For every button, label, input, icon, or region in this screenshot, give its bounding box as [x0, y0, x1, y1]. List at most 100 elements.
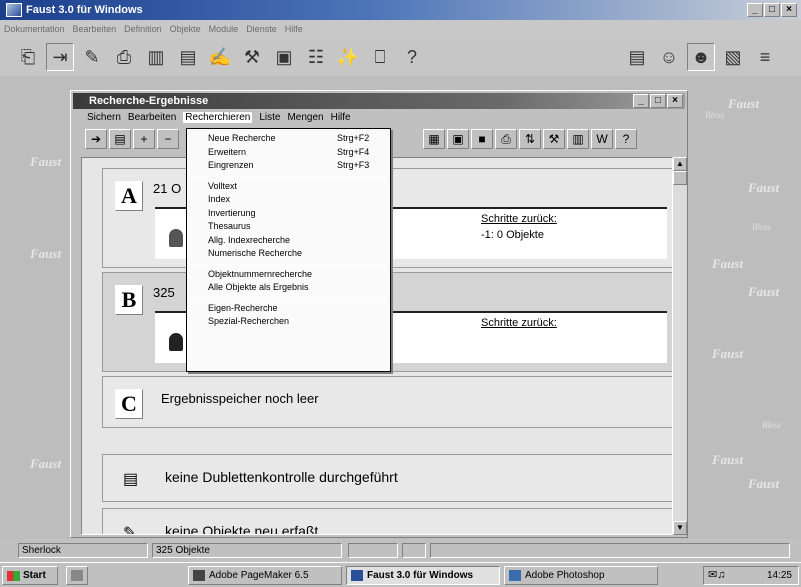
word-icon[interactable]: W — [591, 129, 613, 149]
menu-dokumentation[interactable]: Dokumentation — [4, 24, 65, 34]
printer-icon[interactable]: ⎕ — [366, 43, 394, 71]
new-search-icon[interactable]: ▤ — [109, 129, 131, 149]
new-objects-row[interactable]: ✎ keine Objekte neu erfaßt — [102, 508, 672, 534]
watermark: Faust — [712, 346, 744, 361]
taskbar: Start Adobe PageMaker 6.5 Faust 3.0 für … — [0, 562, 801, 587]
watermark: Faust — [712, 256, 744, 271]
menu-liste[interactable]: Liste — [259, 112, 280, 123]
tree-icon[interactable]: ☷ — [302, 43, 330, 71]
clipboard-icon[interactable]: ▣ — [270, 43, 298, 71]
menu-bearbeiten[interactable]: Bearbeiten — [73, 24, 117, 34]
tools-icon[interactable]: ⚒ — [543, 129, 565, 149]
person-icon[interactable]: ☺ — [655, 43, 683, 71]
document-icon[interactable]: ▤ — [174, 43, 202, 71]
tray-icons[interactable]: ✉♫ — [708, 567, 725, 584]
result-panel-c[interactable]: C Ergebnisspeicher noch leer — [102, 376, 672, 428]
extend-icon[interactable]: + — [133, 129, 155, 149]
menu-separator — [191, 263, 386, 265]
watermark-small: Bless — [705, 110, 724, 120]
results-window-titlebar[interactable]: Recherche-Ergebnisse _ □ × — [73, 93, 685, 109]
help-icon[interactable]: ? — [398, 43, 426, 71]
watermark: Faust — [30, 154, 62, 169]
menu-bearbeiten-child[interactable]: Bearbeiten — [128, 112, 176, 123]
child-close-button[interactable]: × — [667, 94, 683, 108]
status-user: Sherlock — [18, 543, 148, 558]
menu-item-index[interactable]: Index — [187, 193, 390, 207]
copy-icon[interactable]: ▣ — [447, 129, 469, 149]
menu-item-spezial-recherchen[interactable]: Spezial-Recherchen — [187, 315, 390, 329]
menu-item-allg-indexrecherche[interactable]: Allg. Indexrecherche — [187, 234, 390, 248]
faust-app-icon — [351, 570, 363, 581]
tools-icon[interactable]: ⚒ — [238, 43, 266, 71]
app-minimize-button[interactable]: _ — [747, 3, 763, 17]
app-title: Faust 3.0 für Windows — [26, 4, 143, 16]
scroll-thumb[interactable] — [673, 171, 687, 185]
notes-icon[interactable]: ▧ — [719, 43, 747, 71]
clock[interactable]: 14:25 — [767, 567, 792, 584]
duplicate-check-row[interactable]: ▤ keine Dublettenkontrolle durchgeführt — [102, 454, 672, 502]
results-vertical-scrollbar[interactable]: ▲ ▼ — [673, 157, 687, 535]
shortcut-label: Strg+F3 — [337, 160, 370, 170]
watermark: Faust — [712, 452, 744, 467]
grid-icon[interactable]: ▦ — [423, 129, 445, 149]
menu-recherchieren[interactable]: Recherchieren — [183, 112, 253, 123]
pagemaker-icon — [193, 570, 205, 581]
edit-pen-icon[interactable]: ✎ — [78, 43, 106, 71]
watermark: Faust — [30, 246, 62, 261]
task-faust[interactable]: Faust 3.0 für Windows — [346, 566, 500, 585]
duplicate-check-icon: ▤ — [123, 471, 139, 488]
narrow-icon[interactable]: − — [157, 129, 179, 149]
sign-icon[interactable]: ✍ — [206, 43, 234, 71]
list-icon[interactable]: ▤ — [623, 43, 651, 71]
watermark: Faust — [728, 96, 760, 111]
task-pagemaker[interactable]: Adobe PageMaker 6.5 — [188, 566, 342, 585]
scroll-up-arrow-icon[interactable]: ▲ — [673, 157, 687, 171]
menu-item-invertierung[interactable]: Invertierung — [187, 207, 390, 221]
quicklaunch-button[interactable] — [66, 566, 88, 585]
search-tool-icon[interactable]: ➔ — [85, 129, 107, 149]
menu-dienste[interactable]: Dienste — [246, 24, 277, 34]
child-minimize-button[interactable]: _ — [633, 94, 649, 108]
menu-item-neue-recherche[interactable]: Neue Recherche Strg+F2 — [187, 132, 390, 146]
menu-item-eingrenzen[interactable]: Eingrenzen Strg+F3 — [187, 159, 390, 173]
menu-item-erweitern[interactable]: Erweitern Strg+F4 — [187, 146, 390, 160]
app-close-button[interactable]: × — [781, 3, 797, 17]
steps-back-link[interactable]: Schritte zurück: — [481, 213, 557, 225]
menu-item-volltext[interactable]: Volltext — [187, 180, 390, 194]
menu-item-thesaurus[interactable]: Thesaurus — [187, 220, 390, 234]
app-maximize-button[interactable]: □ — [764, 3, 780, 17]
app-titlebar[interactable]: Faust 3.0 für Windows _ □ × — [0, 0, 801, 20]
status-panel — [430, 543, 790, 558]
menu-module[interactable]: Module — [209, 24, 239, 34]
exit-door-icon[interactable]: ⎗ — [14, 43, 42, 71]
table-icon[interactable]: ▥ — [567, 129, 589, 149]
menu-objekte[interactable]: Objekte — [170, 24, 201, 34]
help-icon[interactable]: ? — [615, 129, 637, 149]
menu-definition[interactable]: Definition — [124, 24, 162, 34]
scroll-down-arrow-icon[interactable]: ▼ — [673, 521, 687, 535]
menu-item-objektnummernrecherche[interactable]: Objektnummernrecherche — [187, 268, 390, 282]
print-icon[interactable]: ⎙ — [495, 129, 517, 149]
menu-mengen[interactable]: Mengen — [287, 112, 323, 123]
menu-item-alle-objekte[interactable]: Alle Objekte als Ergebnis — [187, 281, 390, 295]
start-button[interactable]: Start — [2, 566, 58, 585]
menu-item-numerische-recherche[interactable]: Numerische Recherche — [187, 247, 390, 261]
import-arrow-icon[interactable]: ⇥ — [46, 43, 74, 71]
sort-icon[interactable]: ⇅ — [519, 129, 541, 149]
watermark: Faust — [748, 476, 780, 491]
menu-hilfe-child[interactable]: Hilfe — [331, 112, 351, 123]
print-icon[interactable]: ⎙ — [110, 43, 138, 71]
menu-item-eigen-recherche[interactable]: Eigen-Recherche — [187, 302, 390, 316]
child-maximize-button[interactable]: □ — [650, 94, 666, 108]
stack-icon[interactable]: ≡ — [751, 43, 779, 71]
task-photoshop[interactable]: Adobe Photoshop — [504, 566, 658, 585]
person-icon — [169, 333, 183, 351]
menu-hilfe[interactable]: Hilfe — [285, 24, 303, 34]
shortcut-label: Strg+F4 — [337, 146, 370, 157]
steps-back-link[interactable]: Schritte zurück: — [481, 317, 557, 329]
person-dark-icon[interactable]: ☻ — [687, 43, 715, 71]
book-icon[interactable]: ▥ — [142, 43, 170, 71]
magic-icon[interactable]: ✨ — [334, 43, 362, 71]
save-icon[interactable]: ■ — [471, 129, 493, 149]
menu-sichern[interactable]: Sichern — [87, 112, 121, 123]
